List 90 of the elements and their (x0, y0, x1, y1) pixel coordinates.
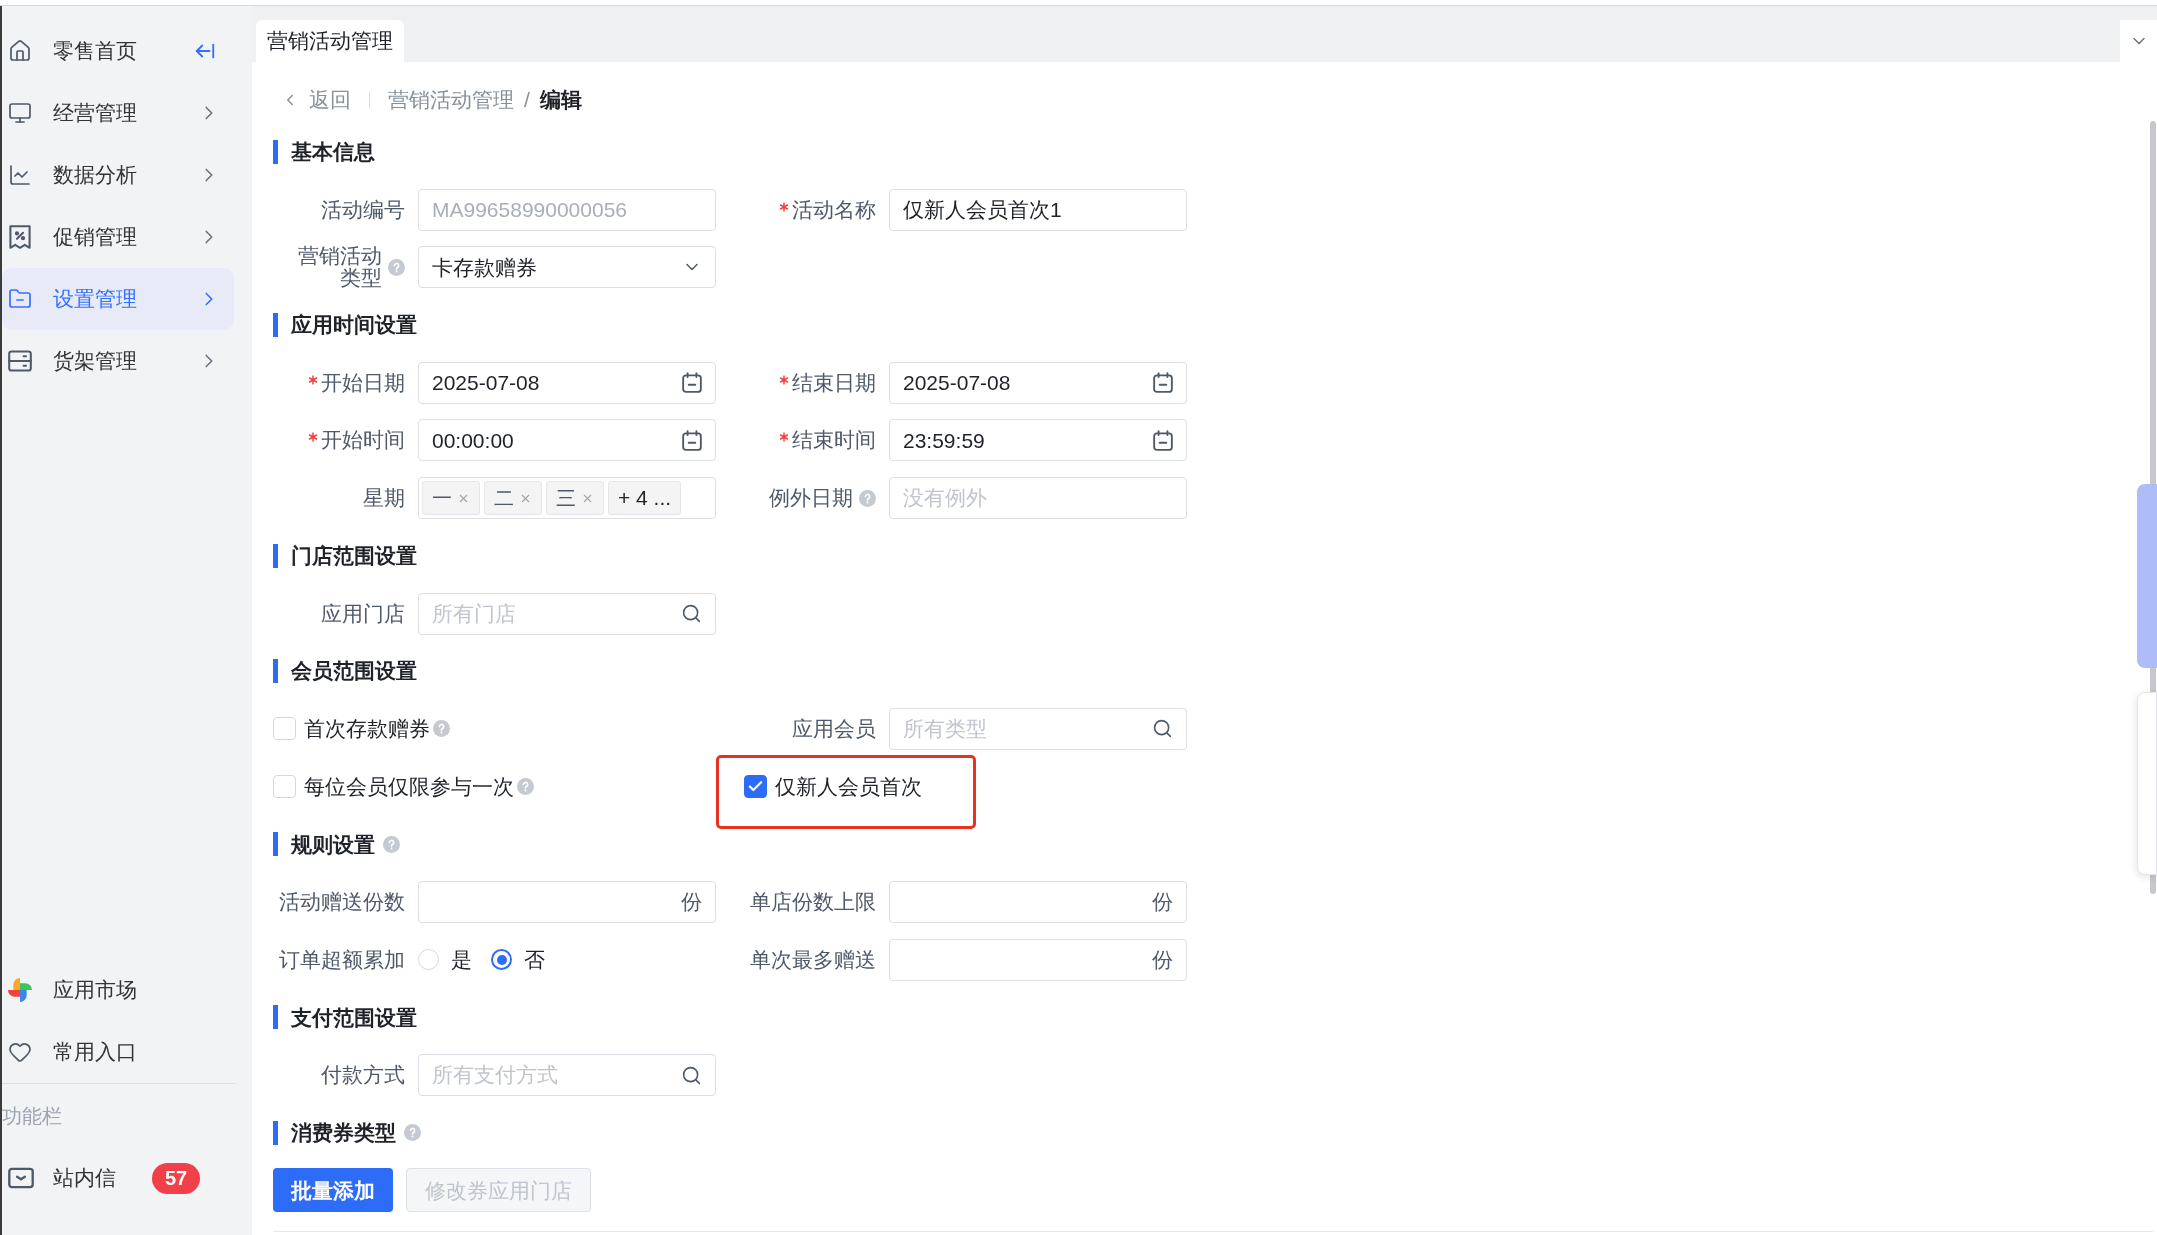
field-label: 结束时间 (792, 429, 876, 452)
field-label: 单次最多赠送 (750, 948, 876, 971)
section-title: 基本信息 (291, 139, 375, 166)
accent-bar (273, 1120, 278, 1145)
field-label: 开始日期 (321, 371, 405, 394)
section-title: 门店范围设置 (291, 543, 417, 570)
checkbox-option[interactable]: 首次存款赠券 (273, 713, 430, 745)
field-label: 开始时间 (321, 429, 405, 452)
field-label: 星期 (363, 487, 405, 510)
checkbox-option[interactable]: 每位会员仅限参与一次 (273, 770, 514, 803)
radio-option[interactable]: 否 (491, 943, 545, 976)
nav-item[interactable]: 设置管理 (2, 268, 234, 330)
field-label: 订单超额累加 (279, 948, 405, 971)
search-icon[interactable] (681, 603, 702, 624)
calendar-icon[interactable] (682, 372, 702, 394)
help-icon[interactable] (388, 258, 405, 276)
nav-item[interactable]: 经营管理 (2, 82, 234, 144)
help-icon[interactable] (404, 1124, 421, 1142)
search-icon[interactable] (681, 1064, 702, 1086)
text-input[interactable]: 仅新人会员首次1 (889, 188, 1187, 231)
monitor-icon (8, 101, 32, 125)
date-input[interactable]: 2025-07-08 (418, 361, 716, 404)
nav-item[interactable]: 零售首页 (2, 20, 234, 82)
field-label: 应用会员 (792, 717, 876, 740)
more-tags-chip[interactable]: + 4 ... (608, 481, 682, 516)
nav-item[interactable]: 站内信 57 (2, 1147, 234, 1209)
accent-bar (273, 832, 278, 857)
page-tab[interactable]: 营销活动管理 (256, 20, 404, 62)
accent-bar (273, 1005, 278, 1030)
section-title: 支付范围设置 (291, 1004, 417, 1031)
tags-field[interactable]: 一 二 三 + 4 ... (418, 477, 716, 520)
nav-item[interactable]: 应用市场 (2, 959, 234, 1021)
field-label: 营销活动类型 (297, 245, 382, 290)
field-label: 应用门店 (321, 602, 405, 625)
section-title: 规则设置 (291, 831, 375, 858)
select-field[interactable]: 卡存款赠券 (418, 246, 716, 289)
nav-item[interactable]: 货架管理 (2, 330, 234, 392)
radio-option[interactable]: 是 (418, 943, 472, 976)
sidebar-heading: 功能栏 (2, 1103, 62, 1129)
tag-chip[interactable]: 一 (422, 481, 480, 516)
tabs-dropdown-button[interactable] (2120, 20, 2157, 62)
percent-ticket-icon (8, 225, 32, 249)
calendar-icon[interactable] (682, 429, 702, 451)
cabinet-icon (8, 349, 32, 373)
quantity-input[interactable]: 份 (889, 880, 1187, 923)
inbox-icon (8, 1167, 34, 1189)
field-label: 付款方式 (321, 1064, 405, 1086)
field-label: 活动名称 (792, 198, 876, 221)
nav-item[interactable]: 常用入口 (2, 1021, 234, 1083)
accent-bar (273, 659, 278, 684)
quantity-input[interactable]: 份 (418, 880, 716, 923)
date-input[interactable]: 2025-07-08 (889, 361, 1187, 404)
help-icon[interactable] (383, 835, 400, 853)
accent-bar (273, 313, 278, 338)
help-icon[interactable] (859, 489, 876, 507)
count-badge: 57 (152, 1162, 201, 1194)
field-label: 例外日期 (769, 487, 853, 510)
checkbox-option[interactable]: 仅新人会员首次 (744, 770, 922, 803)
tag-chip[interactable]: 二 (484, 481, 542, 516)
nav-item[interactable]: 促销管理 (2, 206, 234, 268)
action-button[interactable]: 批量添加 (273, 1168, 393, 1213)
field-label: 单店份数上限 (750, 890, 876, 913)
accent-bar (273, 140, 278, 164)
side-tab[interactable] (2137, 692, 2157, 875)
checkbox[interactable] (744, 775, 767, 799)
heart-icon (8, 1040, 32, 1064)
folder-icon (8, 287, 32, 311)
accent-bar (273, 543, 278, 568)
date-input[interactable]: 00:00:00 (418, 419, 716, 462)
field-label: 结束日期 (792, 371, 876, 394)
section-title: 消费券类型 (291, 1119, 396, 1146)
field-label: 活动赠送份数 (279, 890, 405, 913)
search-icon[interactable] (1152, 718, 1173, 740)
calendar-icon[interactable] (1153, 372, 1173, 394)
pinwheel-icon (8, 978, 32, 1002)
field-label: 活动编号 (321, 198, 405, 221)
house-icon (8, 39, 32, 63)
tag-chip[interactable]: 三 (546, 481, 604, 516)
date-input[interactable]: 23:59:59 (889, 419, 1187, 462)
breadcrumb-current: 编辑 (539, 87, 582, 114)
quantity-input[interactable]: 份 (889, 938, 1187, 981)
help-icon[interactable] (433, 720, 450, 738)
section-title: 会员范围设置 (291, 658, 417, 685)
nav-item[interactable]: 数据分析 (2, 144, 234, 206)
help-icon[interactable] (517, 778, 534, 796)
line-chart-icon (8, 163, 32, 187)
breadcrumb-separator: / (524, 87, 530, 114)
section-title: 应用时间设置 (291, 312, 417, 339)
calendar-icon[interactable] (1153, 429, 1173, 451)
radio-icon[interactable] (491, 949, 512, 971)
